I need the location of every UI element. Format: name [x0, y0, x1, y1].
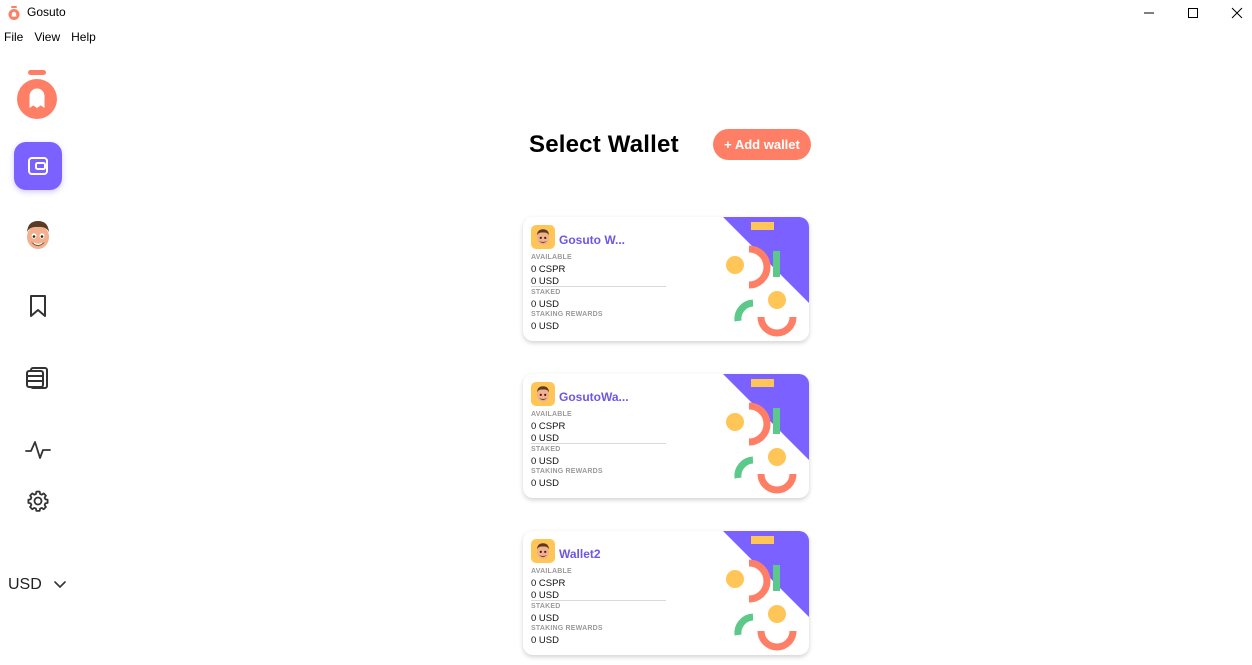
- staked-value: 0 USD: [531, 456, 559, 467]
- staking-rewards-label: STAKING REWARDS: [531, 311, 603, 318]
- card-decoration: [723, 374, 809, 494]
- staking-rewards-value: 0 USD: [531, 635, 559, 646]
- divider: [531, 600, 666, 601]
- staking-rewards-label: STAKING REWARDS: [531, 625, 603, 632]
- sidebar-item-settings[interactable]: [14, 477, 62, 525]
- menu-help[interactable]: Help: [66, 28, 101, 48]
- chevron-down-icon: [53, 581, 66, 589]
- sidebar-item-activity[interactable]: [14, 426, 62, 474]
- avatar: [27, 221, 49, 249]
- wallet-name: GosutoWa...: [559, 390, 629, 404]
- staking-rewards-label: STAKING REWARDS: [531, 468, 603, 475]
- wallet-avatar: [531, 382, 555, 406]
- minimize-button[interactable]: [1126, 0, 1172, 26]
- page-header: Select Wallet + Add wallet: [529, 129, 811, 161]
- staked-value: 0 USD: [531, 299, 559, 310]
- sidebar-item-bookmarks[interactable]: [14, 282, 62, 330]
- sidebar: USD: [0, 56, 76, 665]
- available-label: AVAILABLE: [531, 411, 572, 418]
- card-decoration: [723, 531, 809, 651]
- currency-selector[interactable]: USD: [8, 576, 66, 594]
- wallet-card[interactable]: Wallet2 AVAILABLE 0 CSPR 0 USD STAKED 0 …: [523, 531, 809, 655]
- avatar: [536, 543, 550, 559]
- bookmark-icon: [30, 295, 46, 317]
- staked-label: STAKED: [531, 289, 561, 296]
- wallet-name: Wallet2: [559, 547, 601, 561]
- window-title: Gosuto: [27, 5, 66, 19]
- title-bar: Gosuto: [0, 0, 1252, 26]
- staked-value: 0 USD: [531, 613, 559, 624]
- staked-label: STAKED: [531, 603, 561, 610]
- sidebar-item-wallet[interactable]: [14, 142, 62, 190]
- gear-icon: [27, 490, 49, 512]
- card-decoration: [723, 217, 809, 337]
- avatar: [536, 386, 550, 402]
- wallet-avatar: [531, 539, 555, 563]
- staking-rewards-value: 0 USD: [531, 478, 559, 489]
- available-cspr: 0 CSPR: [531, 421, 566, 432]
- sidebar-item-profile[interactable]: [14, 211, 62, 259]
- staking-rewards-value: 0 USD: [531, 321, 559, 332]
- maximize-button[interactable]: [1170, 0, 1216, 26]
- activity-icon: [25, 441, 51, 459]
- available-cspr: 0 CSPR: [531, 264, 566, 275]
- app-logo-icon: [8, 6, 20, 20]
- staked-label: STAKED: [531, 446, 561, 453]
- wallet-name: Gosuto W...: [559, 233, 625, 247]
- add-wallet-button[interactable]: + Add wallet: [713, 129, 811, 160]
- menu-view[interactable]: View: [29, 28, 65, 48]
- available-cspr: 0 CSPR: [531, 578, 566, 589]
- avatar: [536, 229, 550, 245]
- divider: [531, 443, 666, 444]
- available-label: AVAILABLE: [531, 254, 572, 261]
- sidebar-item-stack[interactable]: [14, 354, 62, 402]
- minimize-icon: [1144, 12, 1154, 14]
- wallet-card[interactable]: Gosuto W... AVAILABLE 0 CSPR 0 USD STAKE…: [523, 217, 809, 341]
- available-label: AVAILABLE: [531, 568, 572, 575]
- stack-icon: [26, 367, 48, 389]
- divider: [531, 286, 666, 287]
- wallet-card[interactable]: GosutoWa... AVAILABLE 0 CSPR 0 USD STAKE…: [523, 374, 809, 498]
- close-icon: [1231, 7, 1243, 19]
- wallet-avatar: [531, 225, 555, 249]
- close-button[interactable]: [1214, 0, 1252, 26]
- currency-value: USD: [8, 576, 42, 593]
- gosuto-logo: [17, 70, 57, 119]
- menu-bar: File View Help: [0, 28, 102, 48]
- menu-file[interactable]: File: [0, 28, 28, 48]
- maximize-icon: [1188, 8, 1198, 18]
- wallet-icon: [28, 157, 48, 175]
- page-title: Select Wallet: [529, 131, 679, 158]
